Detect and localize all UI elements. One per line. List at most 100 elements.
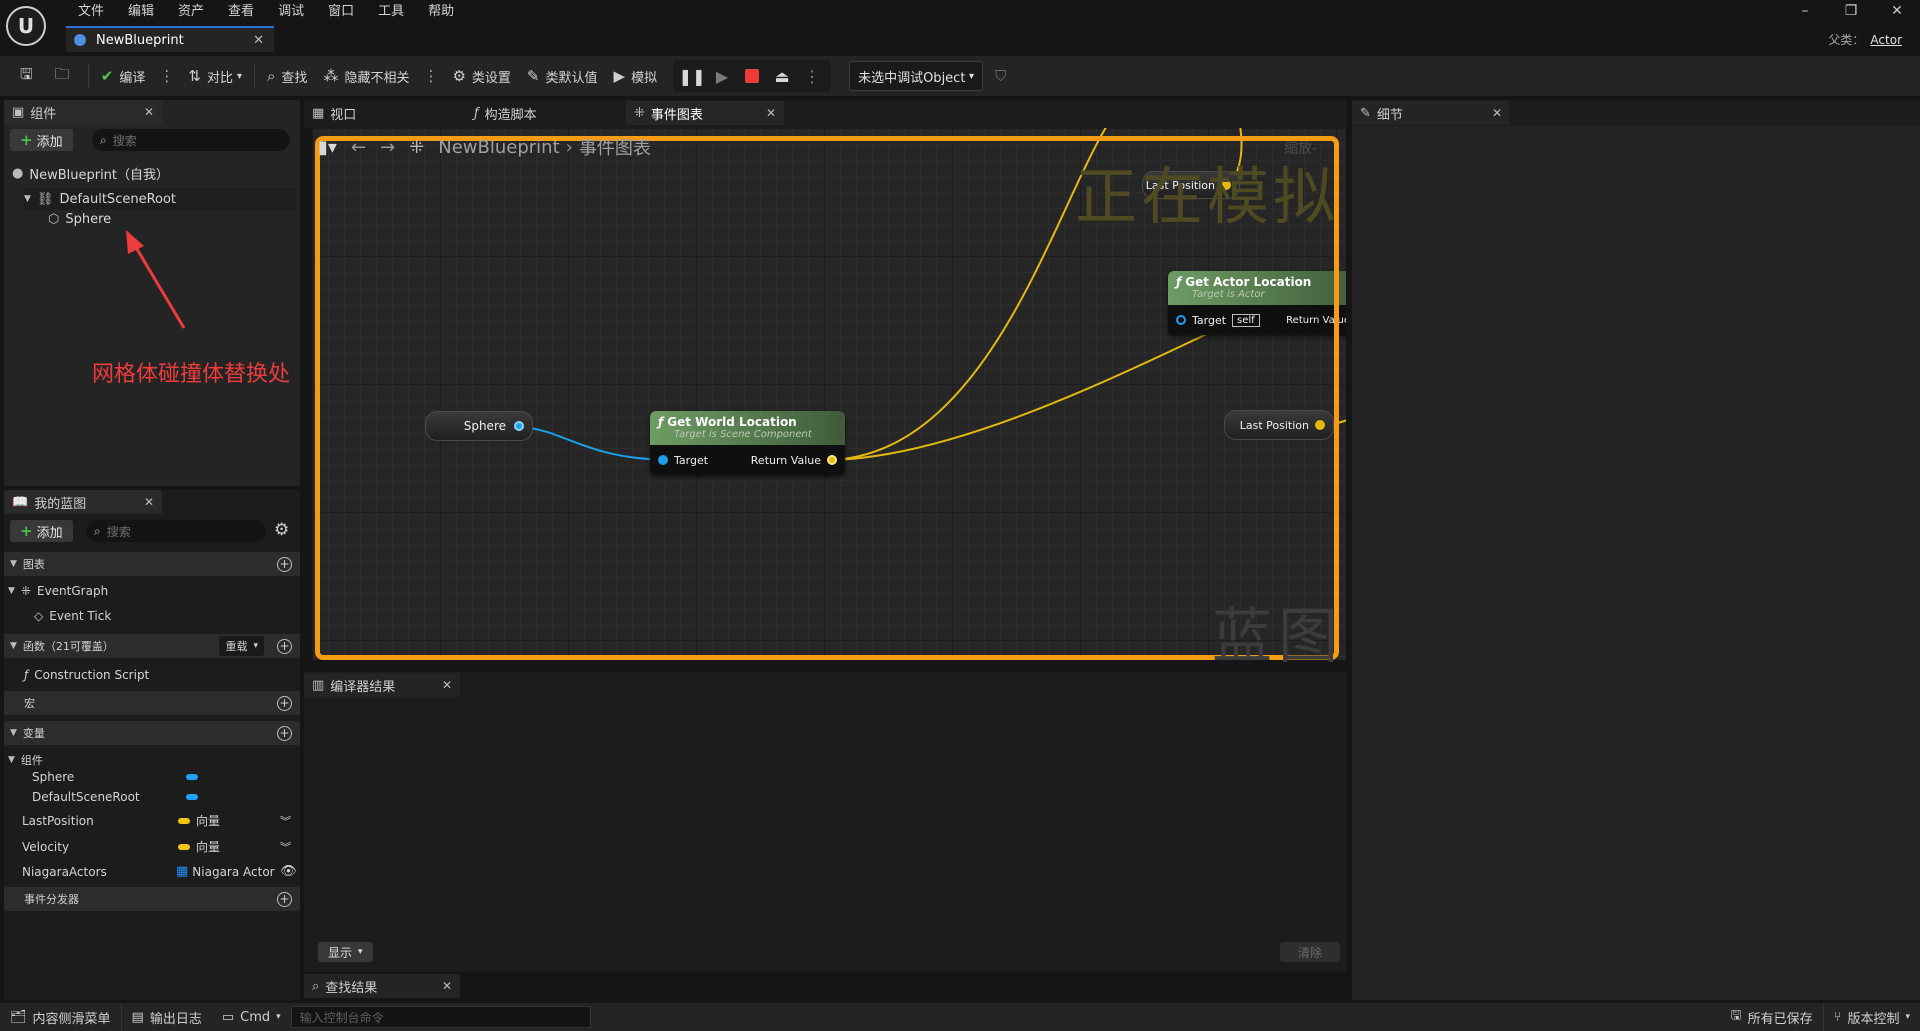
compiler-results-tab[interactable]: ▥ 编译器结果 ✕ bbox=[304, 673, 460, 697]
clear-button[interactable]: 清除 bbox=[1280, 942, 1340, 962]
self-value-input[interactable]: self bbox=[1232, 313, 1260, 327]
components-search-input[interactable]: ⌕ 搜索 bbox=[92, 129, 290, 151]
add-macro-icon[interactable]: + bbox=[277, 695, 292, 711]
all-saved-button[interactable]: 🖫 所有已保存 bbox=[1721, 1003, 1824, 1031]
menu-file[interactable]: 文件 bbox=[66, 3, 116, 21]
variable-row-niagaraactors[interactable]: NiagaraActors ▦ Niagara Actor 👁 bbox=[22, 864, 298, 879]
menu-help[interactable]: 帮助 bbox=[416, 3, 466, 21]
console-command-input[interactable]: 输入控制台命令 bbox=[290, 1006, 591, 1028]
add-member-button[interactable]: + 添加 bbox=[10, 520, 73, 542]
close-icon[interactable]: ✕ bbox=[766, 106, 776, 120]
variable-row-sphere[interactable]: Sphere bbox=[32, 770, 272, 784]
close-icon[interactable]: ✕ bbox=[442, 979, 452, 993]
close-icon[interactable]: ✕ bbox=[144, 495, 154, 509]
tree-item-defaultsceneroot[interactable]: ▼ ⛓ DefaultSceneRoot bbox=[24, 188, 296, 210]
last-position-get-node[interactable]: Last Position bbox=[1224, 410, 1334, 440]
tree-item-self[interactable]: ● NewBlueprint（自我） bbox=[12, 164, 169, 183]
sphere-output-pin[interactable] bbox=[514, 421, 524, 431]
parent-class-link[interactable]: Actor bbox=[1870, 33, 1902, 47]
unreal-logo-icon[interactable]: U bbox=[6, 6, 46, 46]
close-icon[interactable]: ✕ bbox=[144, 105, 154, 119]
content-drawer-button[interactable]: 🗂 内容侧滑菜单 bbox=[0, 1003, 122, 1031]
cmd-dropdown[interactable]: ▭ Cmd ▾ bbox=[212, 1003, 291, 1031]
eye-icon[interactable]: 👁 bbox=[280, 864, 297, 879]
return-value-pin[interactable]: Return Value bbox=[751, 454, 837, 467]
class-defaults-button[interactable]: ✎ 类默认值 bbox=[519, 61, 606, 91]
hide-unrelated-button[interactable]: ⁂ 隐藏不相关 bbox=[315, 61, 417, 91]
add-graph-icon[interactable]: + bbox=[277, 556, 292, 572]
dispatchers-section-header[interactable]: 事件分发器 + bbox=[4, 887, 300, 911]
close-icon[interactable]: ✕ bbox=[442, 678, 452, 692]
menu-debug[interactable]: 调试 bbox=[266, 3, 316, 21]
compile-button[interactable]: ✔ 编译 bbox=[93, 61, 154, 91]
debug-filter-icon[interactable]: ⛉ bbox=[995, 67, 1006, 85]
compile-options-icon[interactable]: ⋮ bbox=[153, 67, 180, 85]
browse-button[interactable]: 🗀 bbox=[47, 61, 84, 91]
output-log-button[interactable]: ▤ 输出日志 bbox=[122, 1003, 212, 1031]
close-icon[interactable]: ✕ bbox=[1492, 106, 1502, 120]
override-dropdown[interactable]: 重载 ▾ bbox=[219, 636, 264, 656]
settings-gear-icon[interactable]: ⚙ bbox=[274, 520, 289, 540]
variable-row-defaultsceneroot[interactable]: DefaultSceneRoot bbox=[32, 790, 272, 804]
add-function-icon[interactable]: + bbox=[277, 638, 292, 654]
graphs-section-header[interactable]: ▼ 图表 + bbox=[4, 552, 300, 576]
find-button[interactable]: ⌕ 查找 bbox=[259, 61, 315, 91]
add-component-button[interactable]: + 添加 bbox=[10, 129, 73, 151]
event-graph-item[interactable]: ▼ ⁜ EventGraph bbox=[8, 584, 108, 598]
debug-object-select[interactable]: 未选中调试Object ▾ bbox=[849, 61, 984, 91]
details-tab[interactable]: ✎ 细节 ✕ bbox=[1352, 101, 1510, 125]
get-actor-location-node[interactable]: ƒ Get Actor Location Target is Actor Targ… bbox=[1168, 271, 1346, 335]
resume-icon[interactable]: ▶ bbox=[709, 63, 735, 89]
back-arrow-icon[interactable]: ← bbox=[351, 137, 366, 158]
class-settings-button[interactable]: ⚙ 类设置 bbox=[444, 61, 518, 91]
sphere-variable-node[interactable]: Sphere bbox=[425, 411, 533, 441]
eject-icon[interactable]: ⏏ bbox=[769, 63, 795, 89]
components-group[interactable]: ▼ 组件 bbox=[8, 752, 43, 768]
forward-arrow-icon[interactable]: → bbox=[380, 137, 395, 158]
show-dropdown[interactable]: 显示 ▾ bbox=[318, 942, 373, 962]
save-button[interactable]: 🖫 bbox=[12, 61, 47, 91]
event-tick-item[interactable]: ◇ Event Tick bbox=[34, 609, 111, 623]
variable-row-lastposition[interactable]: LastPosition 向量 ︾ bbox=[22, 812, 298, 829]
chevron-down-icon[interactable]: ︾ bbox=[280, 813, 291, 829]
add-variable-icon[interactable]: + bbox=[277, 725, 292, 741]
my-blueprint-tab[interactable]: 📖 我的蓝图 ✕ bbox=[4, 490, 162, 514]
menu-tools[interactable]: 工具 bbox=[366, 3, 416, 21]
menu-window[interactable]: 窗口 bbox=[316, 3, 366, 21]
components-tab[interactable]: ▣ 组件 ✕ bbox=[4, 100, 162, 124]
menu-view[interactable]: 查看 bbox=[216, 3, 266, 21]
last-position-pin[interactable] bbox=[1315, 420, 1325, 430]
get-world-location-node[interactable]: ƒ Get World Location Target is Scene Comp… bbox=[650, 411, 845, 475]
variables-section-header[interactable]: ▼ 变量 + bbox=[4, 721, 300, 745]
macros-section-header[interactable]: 宏 + bbox=[4, 691, 300, 715]
menu-asset[interactable]: 资产 bbox=[166, 3, 216, 21]
breadcrumb-blueprint[interactable]: NewBlueprint bbox=[438, 137, 559, 158]
close-window-button[interactable]: ✕ bbox=[1874, 0, 1920, 22]
simulate-button[interactable]: ▶ 模拟 bbox=[606, 61, 666, 91]
document-tab-newblueprint[interactable]: NewBlueprint ✕ bbox=[66, 26, 274, 52]
breadcrumb-event-graph[interactable]: 事件图表 bbox=[579, 134, 651, 160]
tab-viewport[interactable]: ▦ 视口 bbox=[304, 101, 458, 125]
restore-button[interactable]: ❐ bbox=[1828, 0, 1874, 22]
pause-icon[interactable]: ❚❚ bbox=[679, 63, 706, 89]
target-pin[interactable]: Target bbox=[658, 454, 708, 467]
tree-item-sphere[interactable]: ⬡ Sphere bbox=[48, 212, 111, 227]
diff-button[interactable]: ⇅ 对比 ▾ bbox=[180, 61, 250, 91]
menu-edit[interactable]: 编辑 bbox=[116, 3, 166, 21]
tab-construction-script[interactable]: ƒ 构造脚本 bbox=[466, 101, 620, 125]
bookmark-icon[interactable]: ▮▾ bbox=[318, 137, 337, 158]
variable-row-velocity[interactable]: Velocity 向量 ︾ bbox=[22, 838, 298, 855]
find-results-tab[interactable]: ⌕ 查找结果 ✕ bbox=[304, 974, 460, 998]
hide-options-icon[interactable]: ⋮ bbox=[417, 67, 444, 85]
functions-section-header[interactable]: ▼ 函数（21可覆盖） 重载 ▾ + bbox=[4, 634, 300, 658]
construction-script-item[interactable]: ƒ Construction Script bbox=[24, 668, 149, 682]
minimize-button[interactable]: – bbox=[1782, 0, 1828, 22]
stop-icon[interactable] bbox=[739, 63, 765, 89]
close-tab-icon[interactable]: ✕ bbox=[253, 33, 264, 48]
my-blueprint-search-input[interactable]: ⌕ 搜索 bbox=[86, 520, 266, 542]
add-dispatcher-icon[interactable]: + bbox=[277, 891, 292, 907]
play-options-icon[interactable]: ⋮ bbox=[799, 63, 825, 89]
tab-event-graph[interactable]: ⁜ 事件图表 ✕ bbox=[626, 101, 784, 125]
source-control-button[interactable]: ⑂ 版本控制 ▾ bbox=[1824, 1003, 1920, 1031]
chevron-down-icon[interactable]: ︾ bbox=[280, 839, 291, 855]
